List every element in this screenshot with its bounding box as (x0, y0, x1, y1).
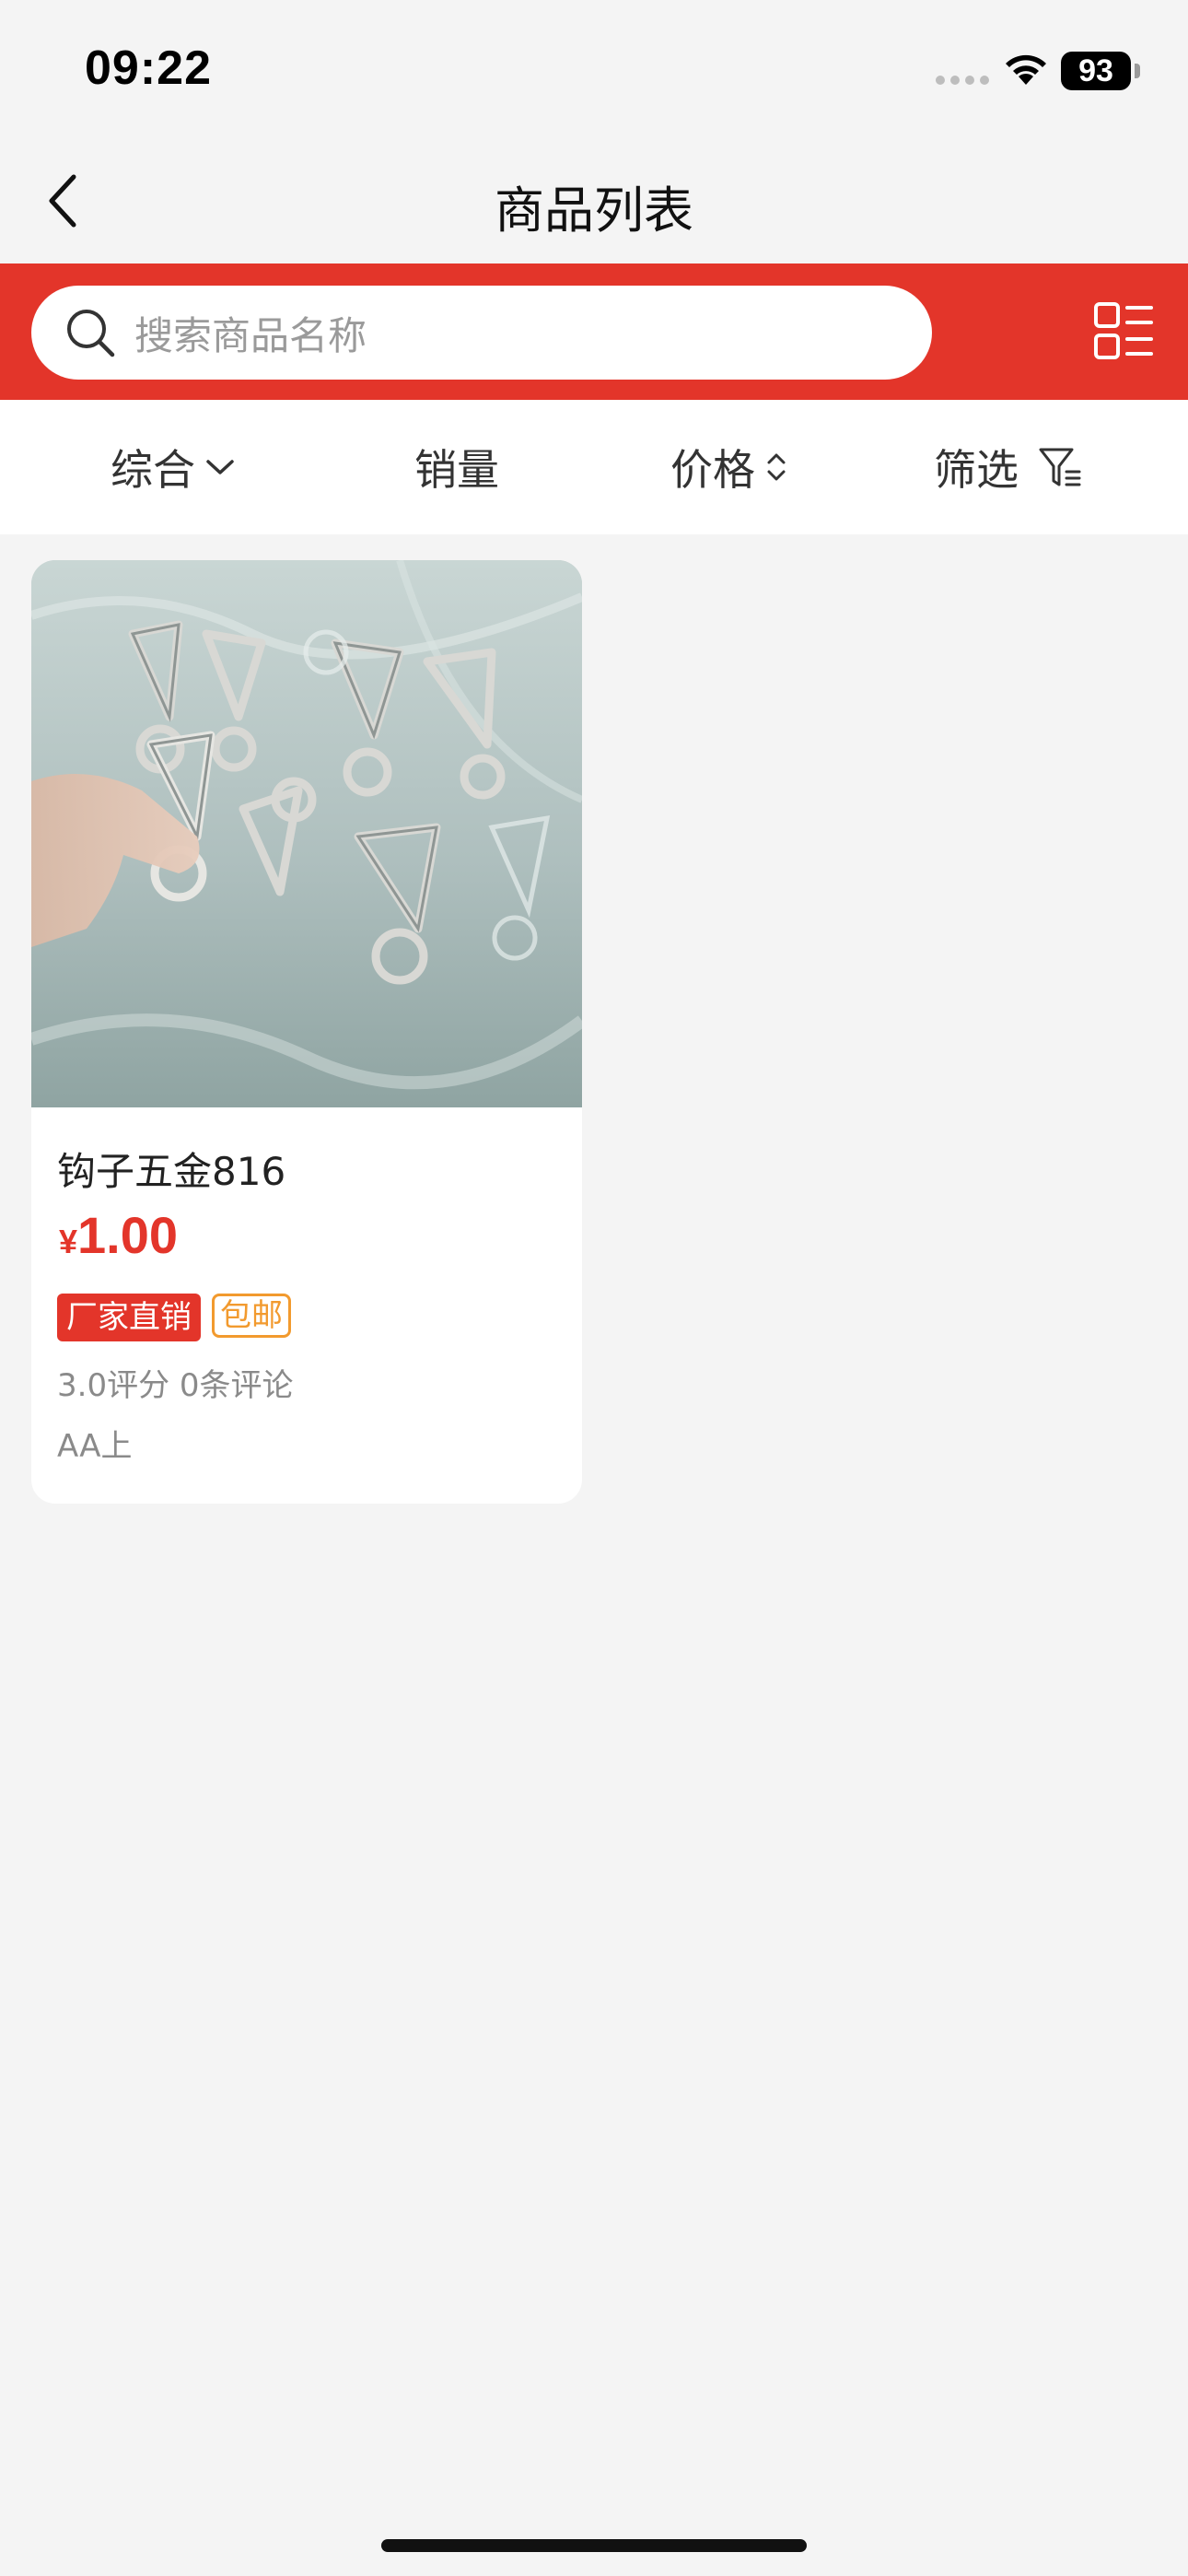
filter-icon (1039, 448, 1081, 486)
filter-label: 筛选 (934, 445, 1019, 495)
navigation-bar: 商品列表 (0, 138, 1188, 263)
chevron-down-icon (206, 460, 234, 474)
grid-list-icon[interactable] (1092, 300, 1155, 363)
product-card[interactable]: 钩子五金816 ¥1.00 厂家直销 包邮 3.0评分 0条评论 AA上 (31, 560, 582, 1504)
price-value: 1.00 (77, 1206, 179, 1264)
search-placeholder: 搜索商品名称 (134, 312, 367, 358)
wifi-icon (1006, 54, 1046, 85)
battery-indicator: 93 (1061, 52, 1131, 90)
status-time: 09:22 (85, 41, 212, 95)
filter-screen[interactable]: 筛选 (934, 437, 1083, 498)
product-shop: AA上 (57, 1428, 133, 1465)
battery-cap (1135, 64, 1140, 78)
sort-updown-icon (767, 453, 786, 481)
product-tags: 厂家直销 包邮 (57, 1294, 291, 1341)
search-bar: 搜索商品名称 (0, 263, 1188, 400)
filter-comprehensive[interactable]: 综合 (111, 437, 236, 498)
tag-free-shipping: 包邮 (212, 1294, 291, 1338)
home-indicator[interactable] (381, 2539, 807, 2552)
price-currency: ¥ (59, 1223, 78, 1260)
tag-factory-direct: 厂家直销 (57, 1294, 201, 1341)
product-photo-illustration (31, 560, 582, 1107)
filter-bar: 综合 销量 价格 筛选 (0, 400, 1188, 534)
cellular-signal-icon (936, 76, 989, 85)
filter-label: 销量 (414, 445, 499, 495)
filter-label: 价格 (670, 445, 755, 495)
search-icon (67, 310, 115, 357)
filter-price[interactable]: 价格 (670, 437, 788, 498)
page-title: 商品列表 (495, 181, 693, 240)
product-name: 钩子五金816 (57, 1149, 286, 1194)
search-input[interactable]: 搜索商品名称 (31, 286, 932, 380)
product-rating: 3.0评分 0条评论 (57, 1367, 294, 1404)
filter-label: 综合 (111, 445, 195, 495)
filter-sales[interactable]: 销量 (414, 437, 499, 498)
product-image (31, 560, 582, 1107)
product-price: ¥1.00 (59, 1205, 178, 1265)
status-bar: 09:22 93 (0, 0, 1188, 138)
